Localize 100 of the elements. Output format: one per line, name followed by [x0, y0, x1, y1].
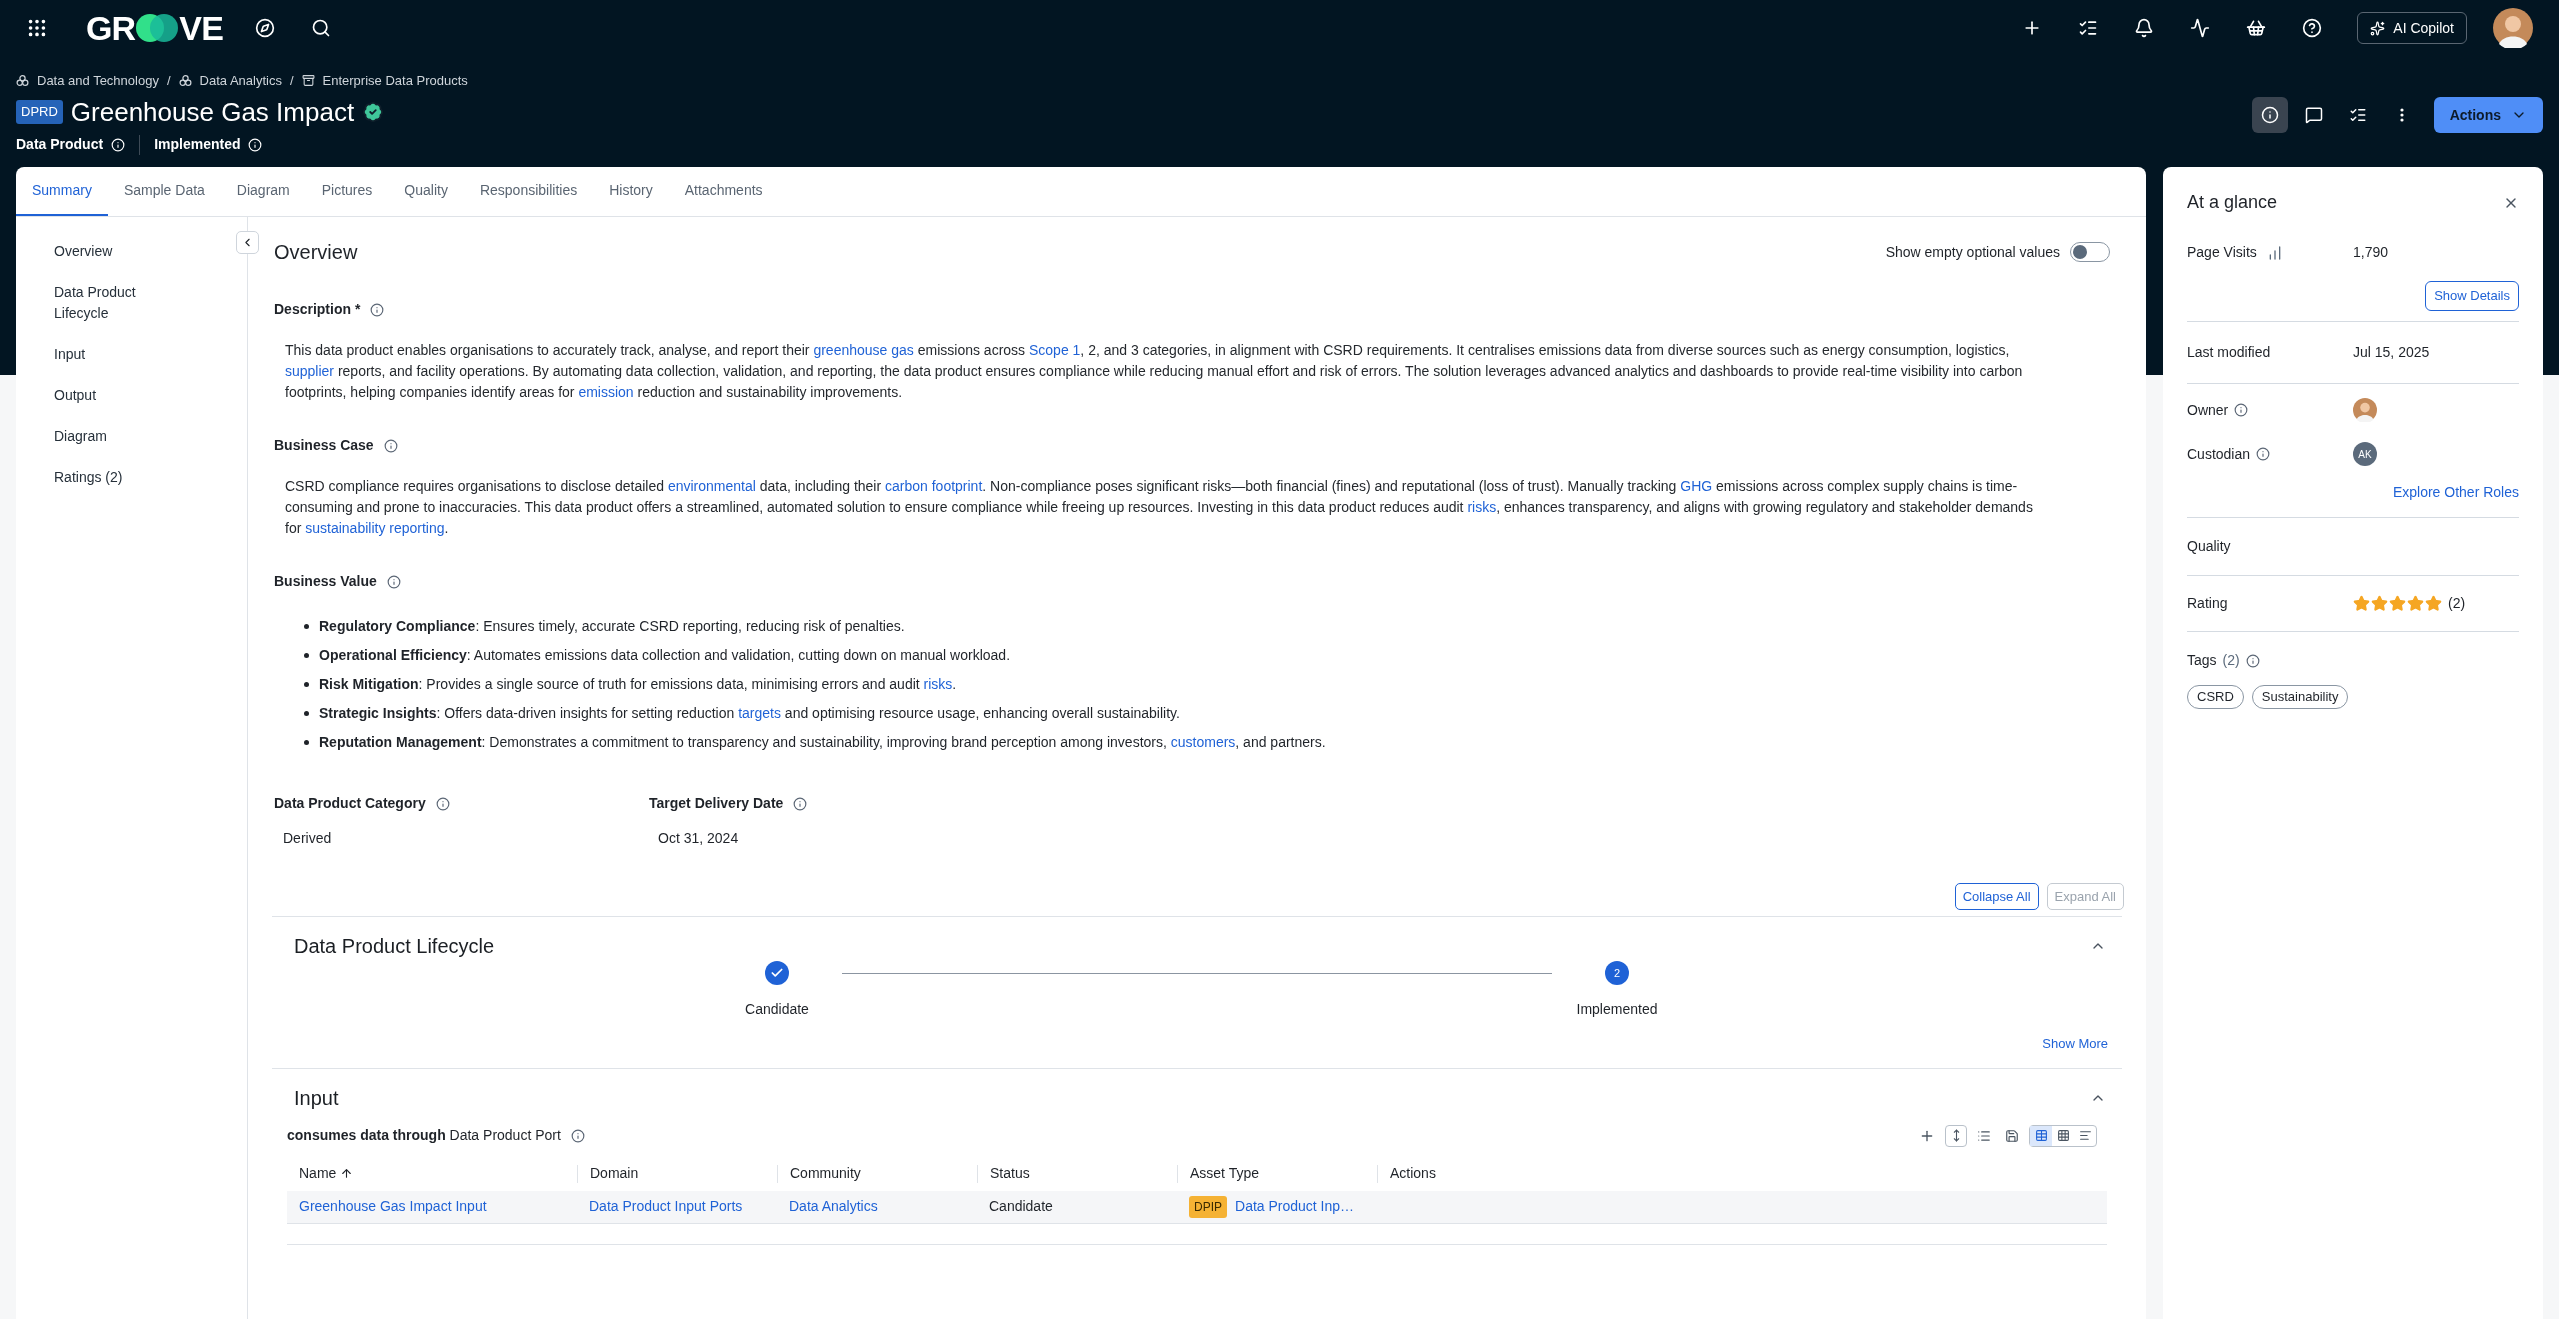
column-header[interactable]: Actions	[1390, 1163, 1436, 1184]
page-title: Greenhouse Gas Impact	[70, 96, 355, 128]
field-label: Business Value	[274, 572, 377, 591]
breadcrumb-separator: /	[289, 71, 294, 90]
nav-item[interactable]: Data Product Lifecycle	[54, 282, 164, 324]
link[interactable]: targets	[738, 705, 781, 721]
field-label: Target Delivery Date	[649, 794, 784, 813]
section-title: Overview	[274, 240, 358, 265]
show-details-button[interactable]: Show Details	[2425, 281, 2519, 311]
table-link[interactable]: Data Analytics	[789, 1196, 878, 1217]
logo[interactable]: GR VE	[86, 2, 223, 54]
nav-item[interactable]: Ratings (2)	[54, 467, 164, 488]
nav-item[interactable]: Output	[54, 385, 164, 406]
tab[interactable]: Summary	[16, 167, 108, 216]
info-icon	[2234, 403, 2249, 417]
info-icon	[570, 1128, 585, 1143]
collapse-sidebar-button[interactable]	[236, 231, 259, 254]
asset-status: Implemented	[154, 135, 241, 154]
info-button[interactable]	[2251, 97, 2288, 133]
bullet-text: Operational Efficiency: Automates emissions data collection and validation, cutting down on manual workload.	[319, 646, 1011, 665]
step-label: Candidate	[745, 1000, 809, 1019]
breadcrumb-link[interactable]: Data and Technology	[37, 70, 159, 90]
archive-icon	[301, 73, 315, 87]
asset-type-badge: DPIP	[1189, 1195, 1227, 1218]
bullet-icon	[304, 740, 309, 745]
community-icon	[178, 73, 192, 87]
column-header[interactable]: Status	[990, 1163, 1030, 1184]
nav-item[interactable]: Input	[54, 344, 164, 365]
breadcrumb-link[interactable]: Enterprise Data Products	[322, 70, 468, 90]
toggle-switch[interactable]	[2070, 242, 2110, 262]
show-more-link[interactable]: Show More	[2042, 1034, 2108, 1054]
bullet-text: Regulatory Compliance: Ensures timely, accurate CSRD reporting, reducing risk of penalties.	[319, 617, 905, 636]
table-row[interactable]: Greenhouse Gas Impact Input Data Product Input Ports Data Analytics Candidate DPIP Data Product Inp…	[287, 1190, 2107, 1224]
nav-item[interactable]: Overview	[54, 241, 164, 262]
info-icon	[383, 438, 398, 453]
table-view-button[interactable]	[2030, 1125, 2052, 1146]
tasks-icon	[2078, 18, 2099, 38]
save-icon	[2005, 1128, 2019, 1143]
link[interactable]: supplier	[285, 363, 335, 379]
field-label: Custodian	[2187, 444, 2251, 464]
copilot-button[interactable]: AI Copilot	[2357, 12, 2467, 44]
field-label: Page Visits	[2187, 243, 2257, 262]
field-label: Description *	[274, 300, 361, 319]
rating-count: (2)	[2448, 594, 2466, 613]
asset-type: Data Product	[16, 135, 104, 154]
row-height-button[interactable]	[1945, 1124, 1967, 1147]
nav-item[interactable]: Diagram	[54, 426, 164, 447]
comment-icon	[2304, 106, 2323, 124]
link[interactable]: emission	[578, 384, 634, 400]
info-icon	[248, 137, 263, 152]
table-link[interactable]: Greenhouse Gas Impact Input	[299, 1196, 487, 1217]
breadcrumb-link[interactable]: Data Analytics	[199, 70, 282, 90]
tab[interactable]: Quality	[388, 167, 464, 216]
info-icon	[2260, 106, 2279, 124]
tab[interactable]: Sample Data	[107, 167, 221, 216]
community-icon	[16, 73, 29, 87]
link[interactable]: sustainability reporting	[305, 520, 445, 536]
breadcrumb-separator: /	[166, 71, 171, 90]
list-icon	[2078, 1129, 2092, 1142]
paragraph: This data product enables organisations to accurately track, analyse, and report their greenhouse gas emissions across Scope 1, 2, and 3 categories, in alignment with CSRD requirements. It centralises emissions data from diverse sources such as energy consumption, logistics, supplier reports, and facility operations. By automating data collection, validation, and reporting, the data product ensures compliance while reducing manual effort and risk of errors. The solution leverages advanced analytics and dashboards to provide real-time visibility into carbon footprints, helping companies identify areas for emission reduction and sustainability improvements.	[285, 341, 2024, 402]
user-avatar	[2493, 8, 2533, 48]
bullet-text: Strategic Insights: Offers data-driven insights for setting reduction targets and optimising resource usage, enhancing overall sustainability.	[319, 704, 1180, 723]
custodian-avatar: AK	[2353, 442, 2377, 466]
field-value: Derived	[283, 829, 333, 848]
bell-icon	[2134, 18, 2155, 38]
link[interactable]: greenhouse gas	[813, 342, 914, 358]
column-header[interactable]: Community	[790, 1163, 861, 1184]
table-link[interactable]: Data Product Input Ports	[589, 1196, 743, 1217]
field-label: Rating	[2187, 594, 2229, 613]
actions-button[interactable]: Actions	[2433, 97, 2543, 133]
table-link[interactable]: Data Product Inp…	[1235, 1196, 1355, 1217]
info-icon	[370, 302, 385, 317]
paragraph: CSRD compliance requires organisations to disclose detailed environmental data, including their carbon footprint. Non-compliance poses significant risks—both financial (fines) and reputational (loss of trust). Manually tracking GHG emissions across complex supply chains is time-consuming and prone to inaccuracies. This data product offers a streamlined, automated solution to ensure compliance while freeing up resources. Investing in this data product reduces audit risks, enhances transparency, and aligns with growing regulatory and stakeholder demands for sustainability reporting.	[285, 477, 2034, 538]
sparkles-icon	[2370, 20, 2386, 36]
column-header[interactable]: Asset Type	[1190, 1163, 1259, 1184]
field-value: 1,790	[2353, 243, 2389, 262]
activity-icon	[2190, 18, 2211, 38]
field-label: Quality	[2187, 538, 2231, 554]
tab[interactable]: Responsibilities	[463, 167, 594, 216]
toggle-label: Show empty optional values	[1885, 242, 2060, 262]
link[interactable]: GHG	[1680, 478, 1713, 494]
collapse-all-button[interactable]: Collapse All	[1954, 883, 2039, 910]
tiles-icon	[2056, 1129, 2070, 1142]
column-header[interactable]: Name	[299, 1163, 337, 1184]
tab[interactable]: Pictures	[305, 167, 389, 216]
help-icon	[2302, 18, 2323, 38]
bullet-icon	[304, 624, 309, 629]
info-icon	[435, 796, 450, 811]
tab[interactable]: History	[593, 167, 669, 216]
step-number: 2	[1605, 961, 1629, 985]
field-label: Data Product Category	[274, 794, 426, 813]
step-label: Implemented	[1576, 1000, 1658, 1019]
tab[interactable]: Attachments	[668, 167, 779, 216]
explore-roles-link[interactable]: Explore Other Roles	[2392, 482, 2519, 503]
info-icon	[111, 137, 126, 152]
bullet-icon	[304, 653, 309, 658]
tab[interactable]: Diagram	[220, 167, 306, 216]
table-cell-text: Candidate	[989, 1197, 1053, 1216]
column-header[interactable]: Domain	[590, 1163, 639, 1184]
link[interactable]: environmental	[667, 478, 756, 494]
